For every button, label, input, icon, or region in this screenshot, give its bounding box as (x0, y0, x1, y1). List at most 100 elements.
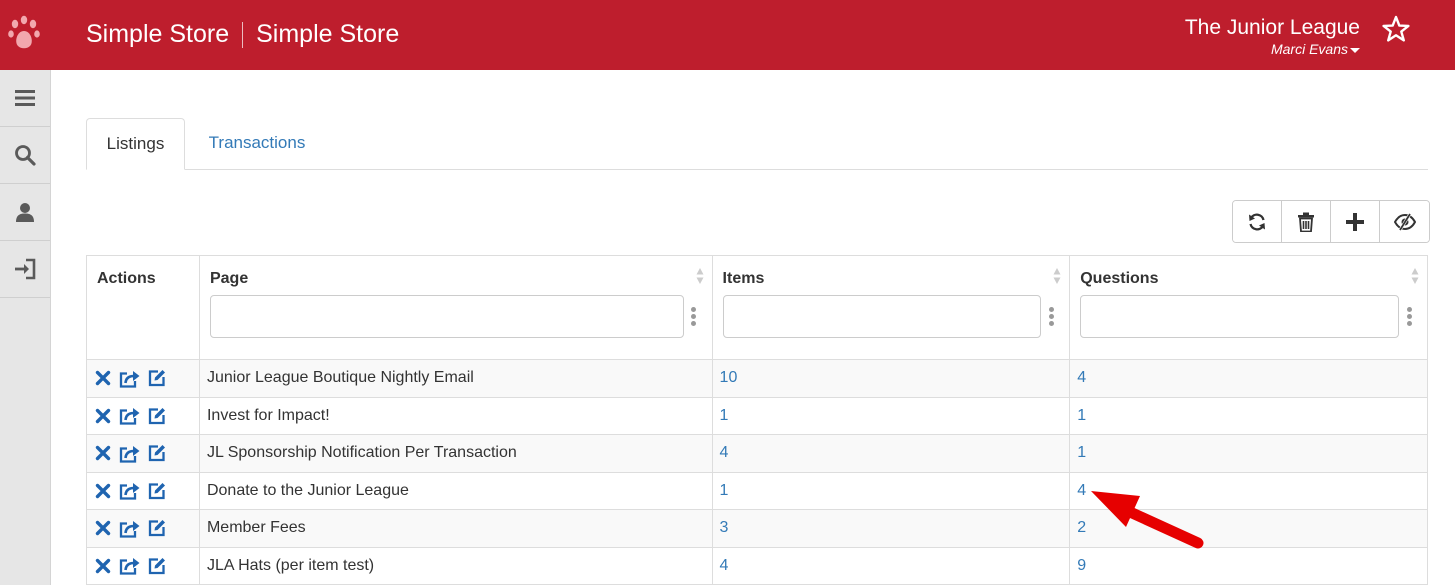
sidebar-signin-button[interactable] (0, 241, 50, 298)
edit-icon[interactable] (148, 369, 166, 387)
listings-table: Actions Page Items Questions Junior Leag… (86, 255, 1428, 585)
table-row: Invest for Impact! 1 1 (86, 396, 1428, 435)
share-icon[interactable] (119, 444, 140, 463)
sort-icon[interactable] (696, 267, 704, 285)
user-menu[interactable]: Marci Evans (1185, 41, 1360, 57)
hide-columns-icon (1393, 212, 1416, 231)
org-name: The Junior League (1184, 16, 1360, 39)
questions-count-link[interactable]: 1 (1069, 396, 1428, 435)
column-visibility-button[interactable] (1380, 201, 1429, 242)
refresh-button[interactable] (1233, 201, 1282, 242)
items-count-link[interactable]: 4 (711, 546, 1071, 585)
items-count-link[interactable]: 4 (711, 434, 1071, 473)
share-icon[interactable] (119, 406, 140, 425)
add-button[interactable] (1331, 201, 1380, 242)
edit-icon[interactable] (148, 557, 166, 575)
actions-cell (86, 434, 200, 473)
share-icon[interactable] (119, 556, 140, 575)
kebab-menu-icon[interactable] (686, 307, 702, 326)
actions-cell (86, 396, 200, 435)
x-delete-icon[interactable] (95, 558, 111, 574)
items-count-link[interactable]: 1 (711, 471, 1071, 510)
table-row: Donate to the Junior League 1 4 (86, 471, 1428, 510)
top-bar: Simple Store Simple Store The Junior Lea… (0, 0, 1455, 70)
column-header-actions: Actions (86, 255, 200, 360)
questions-filter (1080, 295, 1417, 338)
page-cell: Donate to the Junior League (198, 471, 713, 510)
row-actions (94, 406, 192, 425)
share-icon[interactable] (119, 481, 140, 500)
caret-down-icon[interactable] (1350, 47, 1360, 53)
x-delete-icon[interactable] (95, 408, 111, 424)
sidebar-menu-button[interactable] (0, 70, 50, 127)
items-filter (722, 295, 1060, 338)
questions-count-link[interactable]: 4 (1069, 359, 1428, 398)
star-icon[interactable] (1382, 15, 1410, 43)
sidebar (0, 70, 51, 585)
actions-cell (86, 471, 200, 510)
questions-filter-input[interactable] (1080, 295, 1399, 338)
sidebar-user-button[interactable] (0, 184, 50, 241)
page-filter (209, 295, 702, 338)
actions-cell (86, 359, 200, 398)
x-delete-icon[interactable] (95, 520, 111, 536)
plus-icon (1346, 212, 1364, 231)
sidebar-search-button[interactable] (0, 127, 50, 184)
items-filter-input[interactable] (722, 295, 1042, 338)
table-row: Junior League Boutique Nightly Email 10 4 (86, 359, 1428, 398)
table-row: JL Sponsorship Notification Per Transact… (86, 434, 1428, 473)
x-delete-icon[interactable] (95, 445, 111, 461)
table-toolbar (1232, 200, 1430, 243)
search-icon (15, 145, 36, 166)
page-cell: JL Sponsorship Notification Per Transact… (198, 434, 713, 473)
tab-listings[interactable]: Listings (86, 118, 185, 170)
kebab-menu-icon[interactable] (1401, 307, 1417, 326)
edit-icon[interactable] (148, 482, 166, 500)
items-count-link[interactable]: 1 (711, 396, 1071, 435)
user-name[interactable]: Marci Evans (1271, 41, 1348, 57)
table-row: JLA Hats (per item test) 4 9 (86, 546, 1428, 585)
table-header-row: Actions Page Items Questions (86, 255, 1428, 360)
column-title-questions[interactable]: Questions (1080, 270, 1158, 287)
column-header-questions[interactable]: Questions (1069, 255, 1428, 360)
user-icon (16, 203, 34, 222)
items-count-link[interactable]: 3 (711, 509, 1071, 548)
trash-icon (1298, 212, 1314, 232)
actions-cell (86, 509, 200, 548)
annotation-arrow-icon (1091, 491, 1204, 549)
row-actions (94, 444, 192, 463)
sign-in-icon (15, 258, 36, 280)
delete-button[interactable] (1282, 201, 1331, 242)
share-icon[interactable] (119, 519, 140, 538)
actions-cell (86, 546, 200, 585)
kebab-menu-icon[interactable] (1043, 307, 1059, 326)
row-actions (94, 519, 192, 538)
x-delete-icon[interactable] (95, 370, 111, 386)
table-row: Member Fees 3 2 (86, 509, 1428, 548)
paw-logo-icon[interactable] (7, 14, 43, 54)
tab-bar: Listings Transactions (86, 118, 1428, 170)
column-title-items[interactable]: Items (723, 270, 765, 287)
sort-icon[interactable] (1053, 267, 1061, 285)
page-cell: Invest for Impact! (198, 396, 713, 435)
items-count-link[interactable]: 10 (711, 359, 1071, 398)
edit-icon[interactable] (148, 407, 166, 425)
edit-icon[interactable] (148, 519, 166, 537)
x-delete-icon[interactable] (95, 483, 111, 499)
sort-icon[interactable] (1411, 267, 1419, 285)
share-icon[interactable] (119, 369, 140, 388)
questions-count-link[interactable]: 1 (1069, 434, 1428, 473)
brand-left[interactable]: Simple Store (86, 20, 229, 49)
page-cell: Member Fees (198, 509, 713, 548)
row-actions (94, 556, 192, 575)
refresh-icon (1249, 213, 1265, 230)
tab-transactions[interactable]: Transactions (207, 118, 307, 170)
page-filter-input[interactable] (209, 295, 684, 338)
menu-icon (15, 90, 35, 106)
edit-icon[interactable] (148, 444, 166, 462)
column-title-page[interactable]: Page (210, 270, 248, 287)
column-header-items[interactable]: Items (711, 255, 1071, 360)
column-header-page[interactable]: Page (198, 255, 713, 360)
brand-right[interactable]: Simple Store (256, 20, 399, 49)
brand-divider (242, 21, 244, 48)
